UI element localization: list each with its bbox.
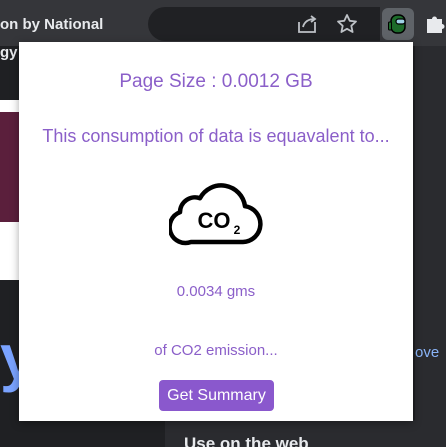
puzzle-icon[interactable] xyxy=(424,12,446,34)
equivalence-text: This consumption of data is equavalent t… xyxy=(42,126,390,146)
page-size-label: Page Size : 0.0012 GB xyxy=(119,71,313,92)
background-side-panel xyxy=(415,46,446,447)
background-thumbnail-image xyxy=(0,112,20,222)
cloud-co-text: CO xyxy=(198,208,231,233)
extension-popup: Page Size : 0.0012 GB This consumption o… xyxy=(19,42,413,421)
share-icon[interactable] xyxy=(295,12,319,36)
get-summary-button[interactable]: Get Summary xyxy=(159,380,274,411)
emission-label: of CO2 emission... xyxy=(154,342,278,359)
co2-amount-value: 0.0034 gms xyxy=(176,283,256,300)
background-heading-fragment: gy xyxy=(0,44,18,61)
background-link-text[interactable]: ove xyxy=(415,344,439,361)
extension-icon xyxy=(388,14,406,34)
extension-button[interactable] xyxy=(382,8,414,40)
star-icon[interactable] xyxy=(335,12,359,36)
background-bottom-text: Use on the web xyxy=(184,434,309,447)
screen: on by National gy y ove Use on the web P… xyxy=(0,0,446,447)
cloud-subscript-text: 2 xyxy=(234,223,241,237)
background-thumbnail[interactable] xyxy=(0,100,20,280)
co2-cloud-icon: CO 2 xyxy=(169,183,263,246)
tab-title[interactable]: on by National xyxy=(0,16,103,33)
browser-toolbar: on by National xyxy=(0,0,446,46)
